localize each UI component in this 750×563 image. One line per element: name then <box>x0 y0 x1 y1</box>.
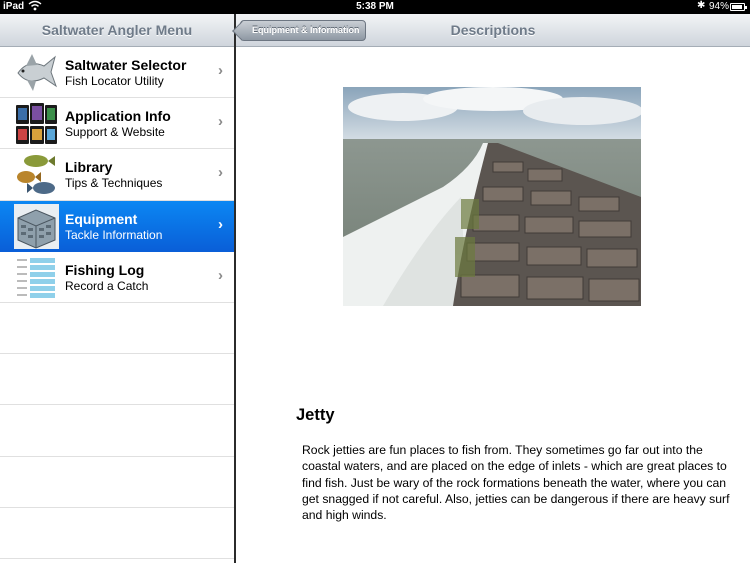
chevron-right-icon: › <box>218 266 223 284</box>
devices-icon <box>14 101 59 146</box>
sidebar-navbar: Saltwater Angler Menu <box>0 14 234 47</box>
detail-pane: Equipment & Information Descriptions Jet… <box>236 14 750 563</box>
menu-item-subtitle: Tips & Techniques <box>65 176 163 191</box>
menu-item-subtitle: Support & Website <box>65 125 165 140</box>
menu-item-subtitle: Record a Catch <box>65 278 149 293</box>
jetty-photo <box>343 87 641 306</box>
fish-tips-icon <box>14 152 59 197</box>
menu-item-subtitle: Fish Locator Utility <box>65 74 164 88</box>
status-bar: iPad 5:38 PM ✱ 94% <box>0 0 750 14</box>
menu-item-title: Fishing Log <box>65 261 145 278</box>
menu-item-saltwater-selector[interactable]: Saltwater Selector Fish Locator Utility … <box>0 47 234 99</box>
chevron-right-icon: › <box>218 113 223 131</box>
menu-item-title: Library <box>65 159 113 176</box>
back-button[interactable]: Equipment & Information <box>240 20 366 41</box>
chevron-right-icon: › <box>218 62 223 79</box>
menu-item-fishing-log[interactable]: Fishing Log Record a Catch › <box>0 251 234 303</box>
sidebar-title: Saltwater Angler Menu <box>41 22 193 38</box>
fish-icon <box>14 50 59 95</box>
description-body: Rock jetties are fun places to fish from… <box>302 443 730 523</box>
empty-table-row <box>0 354 234 406</box>
menu-item-title: Application Info <box>65 108 171 125</box>
detail-navbar: Equipment & Information Descriptions <box>236 14 750 47</box>
bluetooth-icon: ✱ <box>697 0 706 11</box>
empty-table-row <box>0 457 234 508</box>
empty-table-row <box>0 405 234 457</box>
status-time: 5:38 PM <box>356 1 394 12</box>
log-sheet-icon <box>14 255 59 300</box>
menu-item-equipment[interactable]: Equipment Tackle Information › <box>0 200 234 252</box>
menu-item-subtitle: Tackle Information <box>65 227 163 242</box>
chevron-right-icon: › <box>218 164 223 182</box>
sidebar: Saltwater Angler Menu Saltwater Selector… <box>0 14 234 563</box>
battery-fill <box>732 5 742 9</box>
menu-item-library[interactable]: Library Tips & Techniques › <box>0 149 234 201</box>
battery-icon <box>730 3 747 11</box>
battery-percent: 94% <box>709 1 730 12</box>
menu-item-title: Saltwater Selector <box>65 57 187 73</box>
chevron-right-icon: › <box>218 215 223 233</box>
tackle-box-icon <box>14 203 59 249</box>
description-heading: Jetty <box>296 406 335 424</box>
empty-table-row <box>0 508 234 559</box>
menu-item-title: Equipment <box>65 210 138 227</box>
menu-item-application-info[interactable]: Application Info Support & Website › <box>0 98 234 150</box>
empty-table-row <box>0 303 234 355</box>
